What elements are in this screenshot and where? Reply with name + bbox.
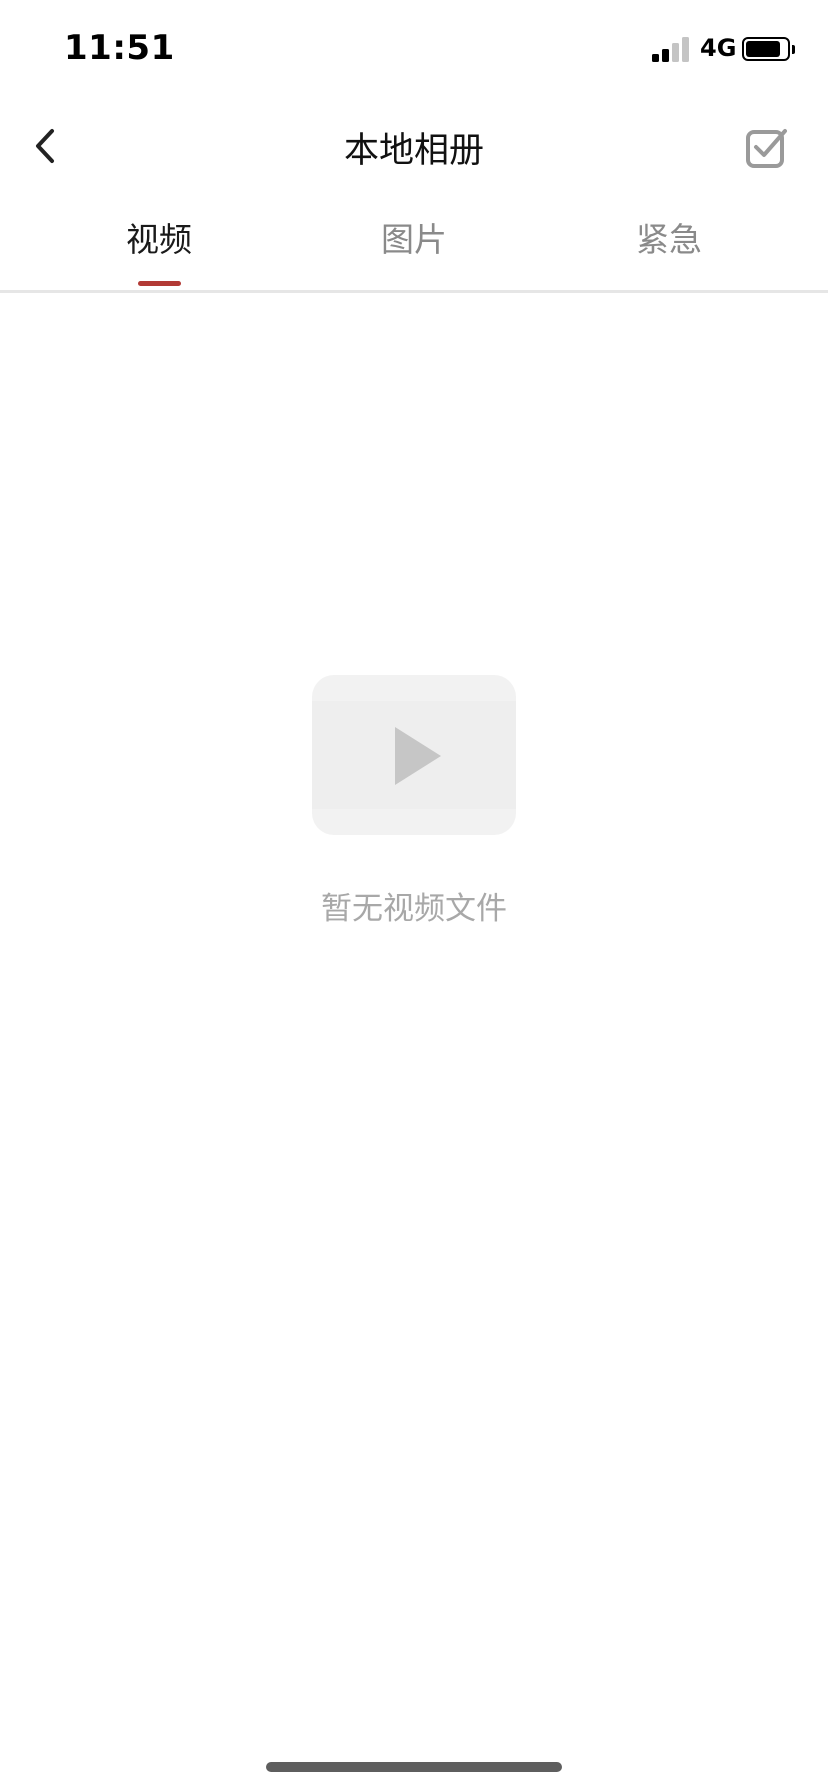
tab-label: 紧急 — [636, 220, 702, 259]
tab-divider — [0, 290, 828, 293]
battery-cap — [792, 45, 795, 54]
tab-photos[interactable]: 图片 — [276, 205, 552, 287]
empty-state-message: 暂无视频文件 — [321, 891, 507, 927]
battery-level — [746, 41, 780, 57]
tab-label: 视频 — [126, 220, 192, 259]
tab-videos[interactable]: 视频 — [21, 205, 297, 287]
signal-bar-4 — [682, 37, 689, 62]
home-indicator[interactable] — [266, 1762, 562, 1772]
tab-label: 图片 — [381, 220, 447, 259]
network-type: 4G — [700, 34, 737, 62]
active-tab-indicator — [138, 281, 181, 286]
battery-icon — [742, 37, 790, 61]
checkbox-icon — [746, 129, 787, 168]
nav-bar: 本地相册 — [0, 100, 828, 192]
signal-bar-2 — [662, 49, 669, 62]
status-bar: 11:51 4G — [0, 0, 828, 100]
select-mode-button[interactable] — [740, 120, 794, 174]
tab-emergency[interactable]: 紧急 — [531, 205, 807, 287]
video-placeholder-icon — [312, 675, 516, 835]
signal-bar-1 — [652, 54, 659, 62]
cellular-signal-icon — [652, 36, 692, 62]
signal-bar-3 — [672, 43, 679, 62]
status-time: 11:51 — [64, 28, 175, 68]
page-title: 本地相册 — [343, 131, 484, 171]
tab-bar: 视频 图片 紧急 — [0, 205, 828, 287]
play-icon — [395, 727, 441, 785]
